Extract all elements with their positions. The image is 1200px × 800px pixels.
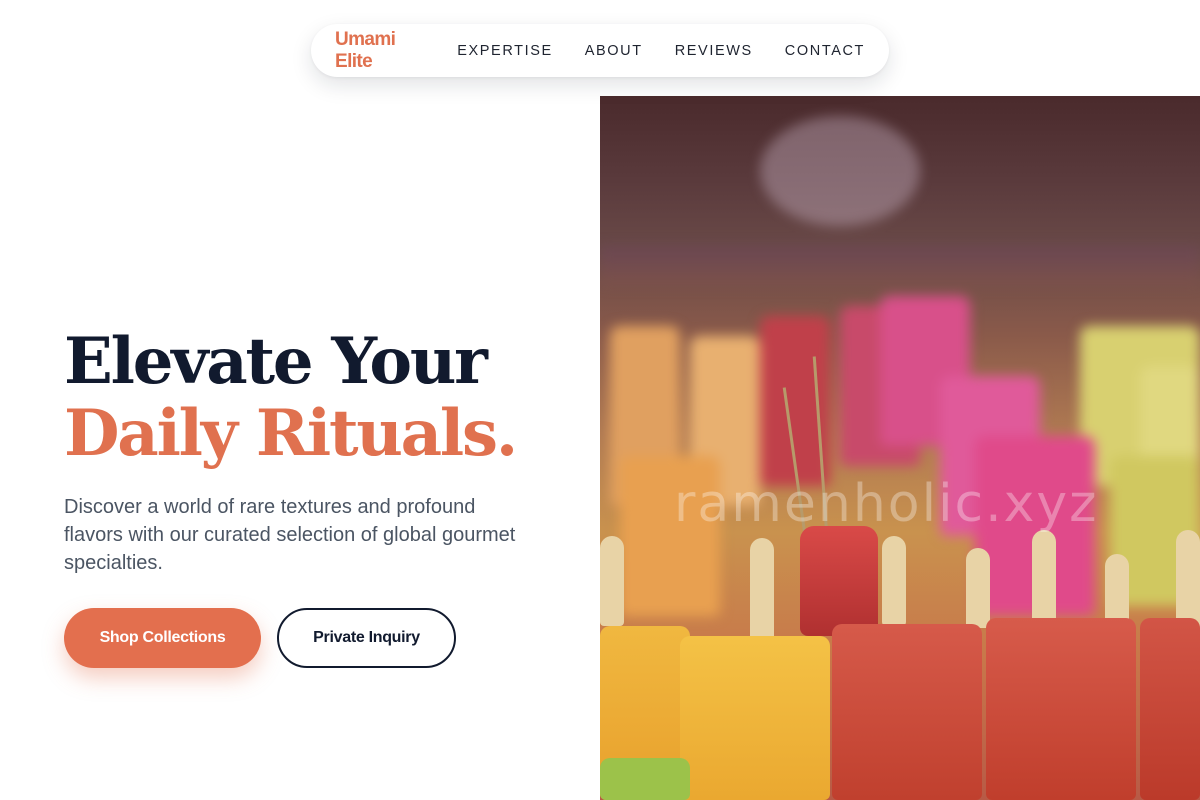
image-watermark: ramenholic.xyz — [674, 474, 1099, 534]
hero-image — [600, 96, 1200, 800]
popsicle-stick — [882, 536, 906, 626]
popsicle-front-red — [986, 618, 1136, 800]
popsicle-center — [800, 526, 878, 636]
hero-headline-accent: Daily Rituals. — [64, 396, 518, 471]
brand-logo[interactable]: Umami Elite — [335, 29, 417, 73]
popsicle-front-green — [600, 758, 690, 800]
image-shelf — [600, 246, 1200, 286]
hero-headline-line1: Elevate Your — [64, 324, 488, 399]
nav-item-about[interactable]: ABOUT — [585, 43, 643, 59]
nav-links: EXPERTISE ABOUT REVIEWS CONTACT — [457, 43, 865, 59]
hero-headline: Elevate Your Daily Rituals. — [64, 324, 518, 471]
top-navigation: Umami Elite EXPERTISE ABOUT REVIEWS CONT… — [311, 24, 889, 77]
private-inquiry-button[interactable]: Private Inquiry — [277, 608, 456, 668]
popsicle-stick — [966, 548, 990, 628]
shop-collections-button[interactable]: Shop Collections — [64, 608, 261, 668]
popsicle-front-red — [1140, 618, 1200, 800]
nav-item-contact[interactable]: CONTACT — [785, 43, 865, 59]
popsicle-stick — [1176, 530, 1200, 630]
landing-page: Umami Elite EXPERTISE ABOUT REVIEWS CONT… — [0, 0, 1200, 800]
popsicle-stick — [750, 538, 774, 648]
popsicle-front-yellow — [680, 636, 830, 800]
nav-item-expertise[interactable]: EXPERTISE — [457, 43, 553, 59]
hero-description: Discover a world of rare textures and pr… — [64, 496, 516, 574]
popsicle-stick — [600, 536, 624, 626]
image-back-glow — [760, 116, 920, 226]
nav-item-reviews[interactable]: REVIEWS — [675, 43, 753, 59]
popsicle-front-red — [832, 624, 982, 800]
popsicle-stick — [1032, 530, 1056, 630]
